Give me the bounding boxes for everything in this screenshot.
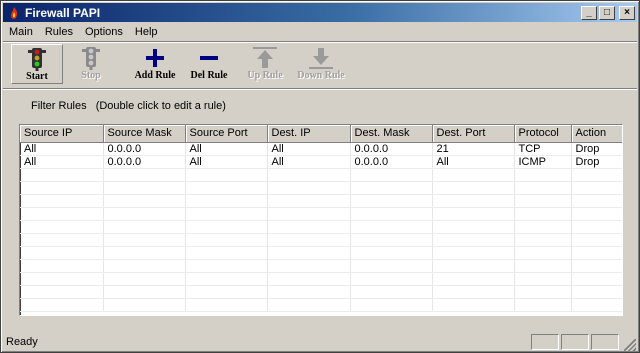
filter-rules-label: Filter Rules [31,100,87,112]
cell-protocol: ICMP [514,155,572,169]
app-window: Firewall PAPI _ □ × Main Rules Options H… [0,0,640,353]
del-rule-label: Del Rule [190,70,228,81]
menu-options[interactable]: Options [79,26,129,38]
up-rule-label: Up Rule [247,70,283,81]
minus-icon [200,56,218,60]
cell-source-port: All [185,142,268,156]
empty-row [20,272,622,286]
window-title: Firewall PAPI [25,5,101,20]
firewall-icon [10,6,18,19]
column-header-source-ip[interactable]: Source IP [20,125,104,143]
column-header-dest-port[interactable]: Dest. Port [432,125,515,143]
down-rule-label: Down Rule [297,70,345,81]
empty-row [20,207,622,221]
cell-action: Drop [571,155,622,169]
cell-source-ip: All [20,155,104,169]
up-rule-button[interactable]: Up Rule [239,44,291,84]
empty-row [20,259,622,273]
maximize-button[interactable]: □ [599,5,615,20]
toolbar-bottom-divider [3,88,637,90]
empty-row [20,220,622,234]
cell-source-port: All [185,155,268,169]
empty-row [20,285,622,299]
empty-row [20,168,622,182]
stop-button[interactable]: Stop [65,44,117,84]
column-header-source-mask[interactable]: Source Mask [103,125,186,143]
cell-source-mask: 0.0.0.0 [103,142,186,156]
column-header-protocol[interactable]: Protocol [514,125,572,143]
empty-row [20,194,622,208]
cell-dest-port: 21 [432,142,515,156]
cell-dest-ip: All [267,155,351,169]
cell-action: Drop [571,142,622,156]
status-panel [591,334,619,350]
menu-rules[interactable]: Rules [39,26,79,38]
menu-help[interactable]: Help [129,26,164,38]
add-rule-label: Add Rule [134,70,176,81]
column-header-dest-ip[interactable]: Dest. IP [267,125,351,143]
traffic-light-icon [28,48,46,71]
down-rule-button[interactable]: Down Rule [291,44,351,84]
status-bar: Ready [3,332,637,352]
toolbar: Start Stop Add Rule Del Rule Up Rule Dow… [7,44,407,86]
stop-label: Stop [81,70,101,81]
menu-bar: Main Rules Options Help [3,23,637,41]
toolbar-separator [3,41,637,43]
close-button[interactable]: × [619,5,635,20]
status-panel [531,334,559,350]
cell-dest-mask: 0.0.0.0 [350,142,433,156]
cell-source-mask: 0.0.0.0 [103,155,186,169]
traffic-light-icon [82,47,100,70]
arrow-up-icon [253,47,277,68]
cell-dest-mask: 0.0.0.0 [350,155,433,169]
column-header-source-port[interactable]: Source Port [185,125,268,143]
cell-protocol: TCP [514,142,572,156]
empty-row [20,298,622,312]
del-rule-button[interactable]: Del Rule [183,44,235,84]
table-row[interactable]: All 0.0.0.0 All All 0.0.0.0 21 TCP Drop [20,142,622,156]
cell-source-ip: All [20,142,104,156]
caption-buttons: _ □ × [581,5,635,20]
cell-dest-ip: All [267,142,351,156]
start-button[interactable]: Start [11,44,63,84]
rules-table[interactable]: Source IP Source Mask Source Port Dest. … [19,124,623,316]
arrow-down-icon [309,48,333,69]
empty-row [20,181,622,195]
column-header-action[interactable]: Action [571,125,622,143]
resize-grip-icon[interactable] [624,339,636,351]
status-text: Ready [6,336,38,348]
filter-rules-hint: (Double click to edit a rule) [95,100,226,112]
start-label: Start [26,71,48,82]
cell-dest-port: All [432,155,515,169]
menu-main[interactable]: Main [3,26,39,38]
empty-rows [20,168,622,312]
table-header-row: Source IP Source Mask Source Port Dest. … [20,125,622,143]
filter-rules-heading: Filter Rules (Double click to edit a rul… [31,100,226,112]
empty-row [20,233,622,247]
empty-row [20,246,622,260]
add-rule-button[interactable]: Add Rule [127,44,183,84]
plus-icon [146,49,164,67]
table-row[interactable]: All 0.0.0.0 All All 0.0.0.0 All ICMP Dro… [20,155,622,169]
column-header-dest-mask[interactable]: Dest. Mask [350,125,433,143]
minimize-button[interactable]: _ [581,5,597,20]
status-panel [561,334,589,350]
title-bar[interactable]: Firewall PAPI _ □ × [3,3,637,22]
